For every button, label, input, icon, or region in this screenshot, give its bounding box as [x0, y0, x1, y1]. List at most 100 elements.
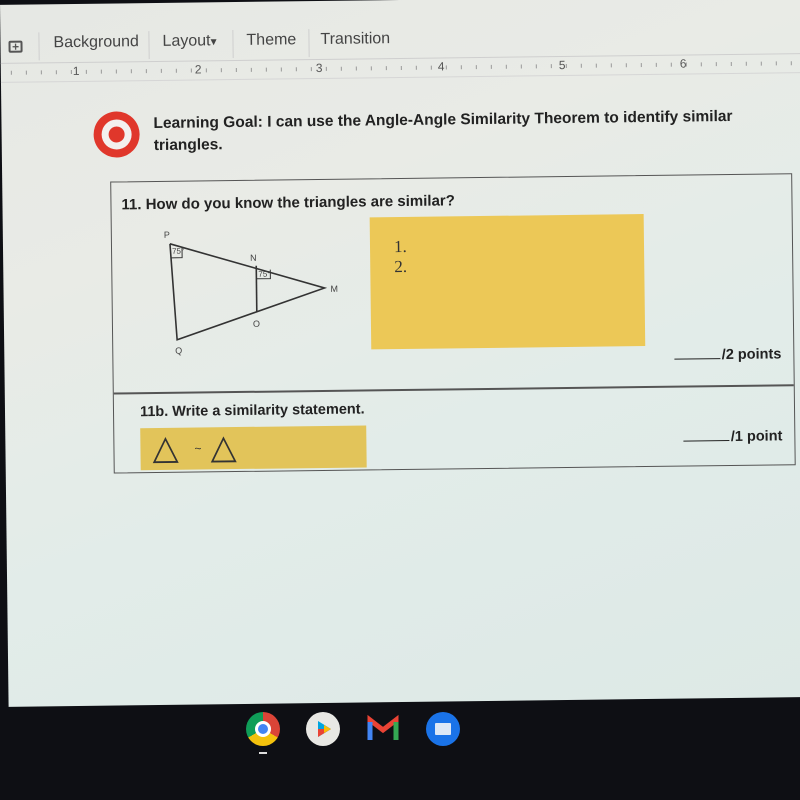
ruler-tick — [430, 65, 432, 70]
ruler-tick — [220, 68, 222, 73]
segment-no — [255, 265, 258, 312]
points-text: /2 points — [721, 346, 782, 364]
vertex-label-p: P — [164, 230, 170, 240]
ruler-tick — [415, 65, 417, 70]
ruler-tick — [295, 67, 297, 72]
target-icon — [93, 111, 140, 158]
ruler-number: 2 — [194, 62, 202, 77]
points-text: /1 point — [730, 428, 783, 445]
points-label-11: /2 points — [674, 346, 782, 364]
ruler-tick — [535, 64, 537, 69]
similar-symbol: ~ — [194, 441, 202, 456]
learning-goal-text: Learning Goal: I can use the Angle-Angle… — [153, 107, 733, 155]
transition-button[interactable]: Transition — [320, 30, 390, 49]
ruler-tick — [775, 61, 777, 66]
ruler-tick — [655, 62, 657, 67]
answer-line-2: 2. — [394, 256, 408, 277]
ruler-tick — [115, 69, 117, 74]
learning-goal: Learning Goal: I can use the Angle-Angle… — [93, 101, 773, 158]
play-store-icon[interactable] — [306, 712, 340, 746]
toolbar-divider — [232, 30, 234, 59]
triangle-symbol-2: △ — [210, 428, 237, 467]
angle-label-n: 75° — [258, 270, 270, 279]
ruler-tick — [10, 70, 12, 75]
ruler-tick — [505, 64, 507, 69]
toolbar-divider — [38, 32, 40, 61]
ruler-tick — [235, 67, 237, 73]
gmail-icon[interactable] — [366, 712, 400, 746]
vertex-label-q: Q — [175, 346, 182, 356]
triangle-pqm — [169, 243, 328, 341]
files-icon[interactable] — [426, 712, 460, 746]
score-blank — [683, 440, 730, 442]
vertex-label-m: M — [330, 284, 338, 294]
ruler-number: 5 — [558, 57, 566, 73]
ruler-tick — [70, 70, 72, 75]
ruler-tick — [445, 65, 447, 70]
similarity-statement-box[interactable]: △ ~ △ — [140, 425, 367, 471]
triangle-symbol-1: △ — [152, 428, 179, 468]
ruler-tick — [385, 66, 387, 71]
ruler-tick — [40, 70, 42, 75]
ruler-tick — [745, 61, 747, 66]
background-button[interactable]: Background — [53, 33, 139, 52]
ruler-tick — [565, 63, 567, 68]
ruler-tick — [730, 61, 732, 66]
ruler-tick — [340, 66, 342, 71]
ruler-tick — [280, 67, 282, 72]
points-label-11b: /1 point — [683, 428, 783, 445]
question-card: 11. How do you know the triangles are si… — [110, 173, 796, 474]
answer-textbox[interactable]: 1. 2. — [369, 214, 646, 350]
ruler-tick — [190, 68, 192, 73]
score-blank — [674, 358, 721, 360]
layout-button[interactable]: Layout▾ — [162, 32, 216, 51]
ruler-tick — [790, 61, 792, 66]
ruler-tick — [265, 67, 267, 72]
ruler-tick — [580, 63, 582, 68]
ruler-tick — [700, 62, 702, 67]
chrome-icon[interactable] — [246, 712, 280, 754]
ruler-tick — [625, 63, 627, 68]
ruler-tick — [685, 62, 687, 67]
vertex-label-n: N — [250, 253, 257, 263]
ruler-tick — [175, 68, 177, 73]
ruler-tick — [355, 66, 357, 71]
ruler-tick — [250, 67, 252, 72]
ruler-tick — [100, 69, 102, 74]
ruler-tick — [400, 65, 402, 70]
chevron-down-icon: ▾ — [210, 34, 217, 49]
question-11b-title: 11b. Write a similarity statement. — [139, 401, 365, 421]
slides-editor-screen: + Background Layout▾ Theme Transition 1 … — [0, 0, 800, 707]
triangle-diagram: P N M O Q 75° 75° — [164, 230, 338, 356]
ruler-number: 3 — [315, 60, 323, 76]
ruler-tick — [670, 62, 672, 67]
ruler-number: 1 — [72, 63, 80, 79]
ruler-tick — [610, 63, 612, 68]
vertex-label-o: O — [253, 319, 260, 329]
ruler-tick — [520, 64, 522, 69]
ruler-tick — [25, 70, 27, 75]
active-indicator — [259, 752, 267, 754]
ruler-tick — [640, 63, 642, 68]
angle-label-p: 75° — [172, 247, 184, 256]
comment-plus-icon[interactable]: + — [8, 40, 23, 54]
ruler-tick — [490, 64, 492, 69]
ruler-tick — [310, 67, 312, 72]
ruler-tick — [325, 66, 327, 71]
ruler-tick — [55, 70, 57, 75]
ruler-tick — [145, 69, 147, 74]
theme-button[interactable]: Theme — [246, 31, 296, 50]
ruler-tick — [205, 68, 207, 73]
ruler-tick — [760, 61, 762, 66]
ruler-tick — [160, 68, 162, 73]
toolbar-divider — [148, 31, 150, 60]
ruler-tick — [460, 65, 462, 70]
os-shelf — [0, 704, 800, 754]
layout-label: Layout — [162, 32, 211, 50]
ruler-tick — [130, 69, 132, 74]
question-11-title: 11. How do you know the triangles are si… — [121, 192, 455, 214]
toolbar-divider — [308, 29, 310, 58]
card-divider — [113, 384, 794, 395]
ruler-tick — [550, 64, 552, 69]
ruler-tick — [85, 69, 87, 74]
